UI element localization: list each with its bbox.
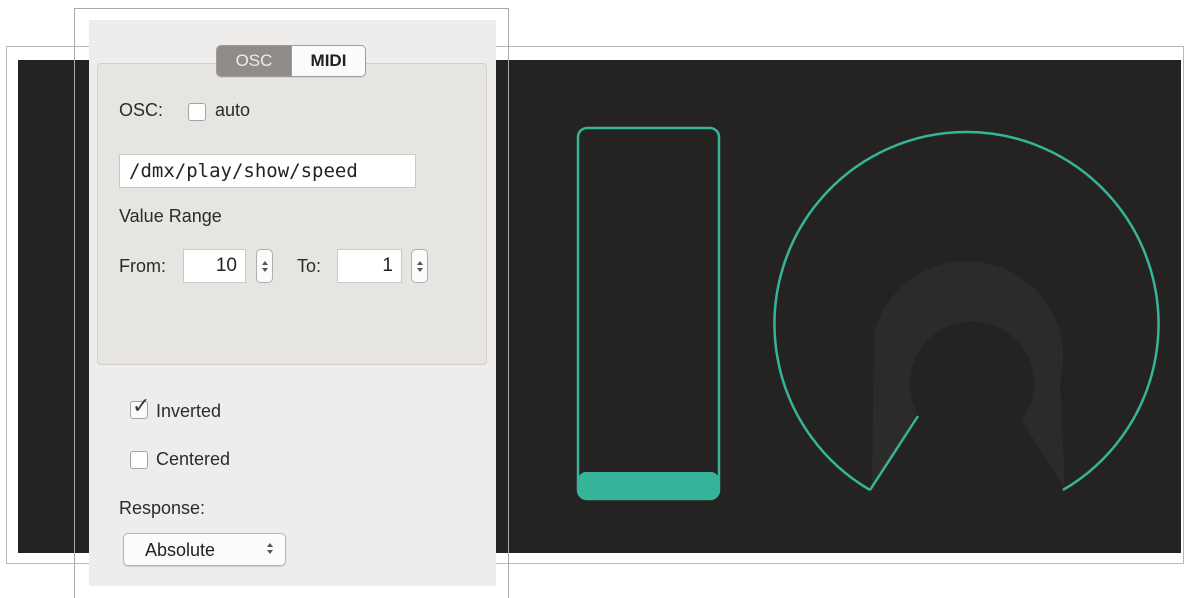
centered-label: Centered: [156, 449, 231, 469]
to-stepper[interactable]: [411, 249, 428, 283]
fader-fill: [578, 472, 719, 499]
centered-checkbox[interactable]: [130, 451, 148, 469]
tab-osc[interactable]: OSC: [217, 46, 291, 76]
stepper-down-icon[interactable]: [261, 267, 268, 272]
from-value-field[interactable]: 10: [183, 249, 246, 283]
osc-address-field[interactable]: /dmx/play/show/speed: [119, 154, 416, 188]
tab-midi[interactable]: MIDI: [291, 46, 365, 76]
response-label: Response:: [119, 498, 206, 518]
response-selected: Absolute: [145, 540, 216, 560]
stepper-down-icon[interactable]: [416, 267, 423, 272]
to-label: To:: [297, 256, 322, 276]
inverted-checkbox[interactable]: ✓: [130, 395, 150, 419]
auto-label: auto: [215, 100, 251, 120]
auto-checkbox[interactable]: [188, 103, 206, 121]
response-popup[interactable]: Absolute: [123, 533, 286, 566]
stepper-up-icon[interactable]: [416, 260, 423, 265]
to-value-field[interactable]: 1: [337, 249, 402, 283]
protocol-tabs: OSC MIDI: [216, 45, 366, 77]
from-label: From:: [119, 256, 166, 276]
value-range-title: Value Range: [119, 206, 222, 226]
stepper-up-icon[interactable]: [261, 260, 268, 265]
from-stepper[interactable]: [256, 249, 273, 283]
checkmark-icon: ✓: [132, 393, 151, 418]
popup-arrows-icon: [267, 543, 273, 554]
osc-label: OSC:: [119, 100, 164, 120]
inverted-label: Inverted: [156, 401, 222, 421]
